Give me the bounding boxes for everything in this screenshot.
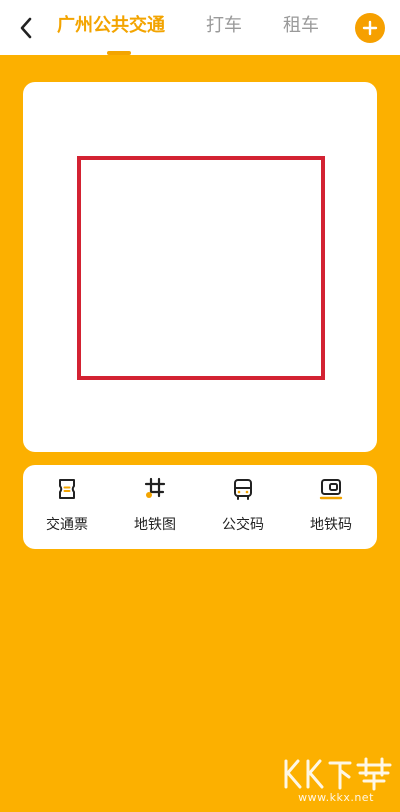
ticket-icon xyxy=(59,479,75,499)
tab-car-rental[interactable]: 租车 xyxy=(283,12,319,40)
tab-guangzhou-transit[interactable]: 广州公共交通 xyxy=(57,12,165,40)
qr-code-card xyxy=(23,82,377,452)
function-label: 地铁码 xyxy=(310,517,352,533)
bus-icon xyxy=(234,479,252,500)
qr-code-area-highlight[interactable] xyxy=(77,156,325,380)
tab-taxi[interactable]: 打车 xyxy=(206,12,242,40)
back-button[interactable] xyxy=(8,10,44,46)
chevron-left-icon xyxy=(20,17,32,39)
function-bus-code[interactable]: 公交码 xyxy=(199,465,287,549)
function-metro-map[interactable]: 地铁图 xyxy=(111,465,199,549)
metro-card-icon xyxy=(319,479,343,500)
function-label: 交通票 xyxy=(46,517,88,533)
watermark-logo xyxy=(284,757,392,791)
plus-icon xyxy=(362,20,378,36)
add-button[interactable] xyxy=(355,13,385,43)
function-label: 公交码 xyxy=(222,517,264,533)
watermark-url: www.kkx.net xyxy=(298,791,374,804)
site-watermark: www.kkx.net xyxy=(278,755,394,809)
active-tab-indicator xyxy=(107,51,131,55)
metro-map-icon xyxy=(144,477,166,498)
function-transit-ticket[interactable]: 交通票 xyxy=(23,465,111,549)
function-shortcuts-card: 交通票 地铁图 公交码 地铁码 xyxy=(23,465,377,549)
function-metro-code[interactable]: 地铁码 xyxy=(287,465,375,549)
top-nav-bar: 广州公共交通 打车 租车 xyxy=(0,0,400,55)
function-label: 地铁图 xyxy=(134,517,176,533)
